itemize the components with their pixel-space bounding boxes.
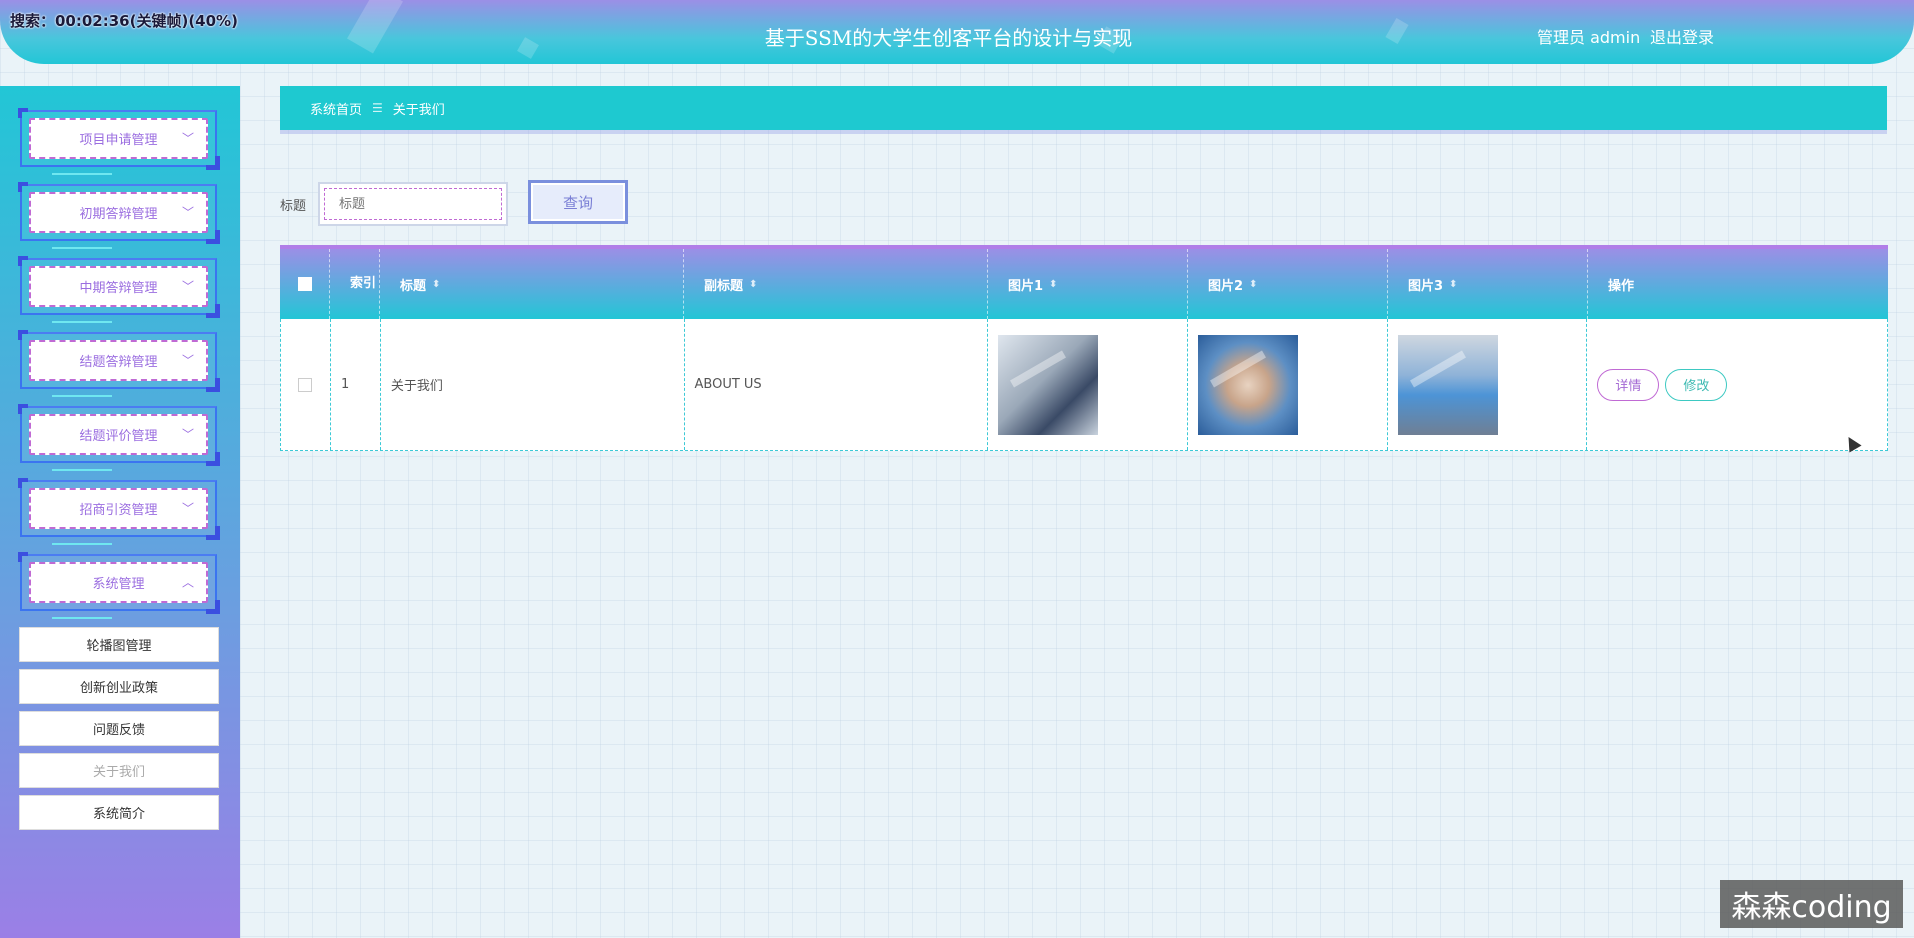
cell-image2: [1188, 319, 1388, 450]
sidebar: 项目申请管理 ﹀ 初期答辩管理 ﹀ 中期答辩管理 ﹀ 结题答辩管理 ﹀ 结题评价管理 ﹀ …: [0, 86, 240, 938]
header-image2[interactable]: 图片2 ⬍: [1188, 249, 1388, 319]
sort-icon: ⬍: [432, 278, 441, 290]
search-input[interactable]: [324, 188, 502, 220]
chevron-down-icon: ﹀: [181, 279, 194, 294]
select-all-cell: [280, 249, 330, 319]
menu-label: 结题答辩管理: [79, 355, 158, 370]
search-button[interactable]: 查询: [528, 180, 628, 224]
search-input-wrapper: [318, 182, 508, 226]
edit-button[interactable]: 修改: [1665, 368, 1728, 401]
menu-label: 项目申请管理: [79, 133, 158, 148]
cell-subtitle: ABOUT US: [685, 319, 989, 450]
menu-label: 系统管理: [92, 577, 145, 592]
user-label: 管理员 admin: [1537, 28, 1641, 47]
menu-icon: ☰: [372, 101, 383, 115]
menu-final-defense[interactable]: 结题答辩管理 ﹀: [18, 330, 220, 397]
menu-midterm-defense[interactable]: 中期答辩管理 ﹀: [18, 256, 220, 323]
breadcrumb: 系统首页 ☰ 关于我们: [280, 86, 1887, 130]
menu-final-evaluation[interactable]: 结题评价管理 ﹀: [18, 404, 220, 471]
menu-label: 中期答辩管理: [79, 281, 158, 296]
chevron-down-icon: ﹀: [181, 353, 194, 368]
sort-icon: ⬍: [749, 278, 758, 290]
breadcrumb-home[interactable]: 系统首页: [310, 99, 362, 118]
cell-title: 关于我们: [381, 319, 685, 450]
header-image3[interactable]: 图片3 ⬍: [1388, 249, 1588, 319]
sidebar-item-system-intro[interactable]: 系统简介: [19, 795, 219, 830]
chevron-down-icon: ﹀: [181, 501, 194, 516]
menu-label: 结题评价管理: [79, 429, 158, 444]
chevron-down-icon: ﹀: [181, 131, 194, 146]
menu-system-management[interactable]: 系统管理 ︿: [18, 552, 220, 619]
header-title[interactable]: 标题 ⬍: [380, 249, 684, 319]
cell-image1: [988, 319, 1188, 450]
sort-icon: ⬍: [1249, 278, 1258, 290]
table-header: 索引 标题 ⬍ 副标题 ⬍ 图片1 ⬍ 图片2 ⬍ 图片3 ⬍ 操作: [280, 245, 1888, 319]
sidebar-item-carousel[interactable]: 轮播图管理: [19, 627, 219, 662]
sidebar-item-policy[interactable]: 创新创业政策: [19, 669, 219, 704]
chevron-down-icon: ﹀: [181, 205, 194, 220]
menu-initial-defense[interactable]: 初期答辩管理 ﹀: [18, 182, 220, 249]
chevron-up-icon: ︿: [181, 575, 194, 590]
sidebar-item-about-us[interactable]: 关于我们: [19, 753, 219, 788]
image-warehouse-map[interactable]: [1397, 334, 1498, 435]
breadcrumb-current: 关于我们: [392, 102, 445, 118]
image-laptop-hands[interactable]: [998, 334, 1099, 435]
watermark: 森森coding: [1720, 880, 1903, 928]
header-subtitle[interactable]: 副标题 ⬍: [684, 249, 988, 319]
row-checkbox[interactable]: [298, 377, 313, 392]
menu-investment[interactable]: 招商引资管理 ﹀: [18, 478, 220, 545]
sort-icon: ⬍: [1449, 278, 1458, 290]
menu-label: 初期答辩管理: [79, 207, 158, 222]
image-teamwork-hands[interactable]: [1197, 334, 1298, 435]
menu-label: 招商引资管理: [79, 503, 158, 518]
top-header: 搜索：00:02:36(关键帧)(40%) 基于SSM的大学生创客平台的设计与实…: [0, 0, 1914, 64]
header-actions: 操作: [1608, 278, 1635, 294]
logout-link[interactable]: 退出登录: [1650, 24, 1714, 48]
cell-index: 1: [331, 319, 381, 450]
menu-project-application[interactable]: 项目申请管理 ﹀: [18, 108, 220, 175]
chevron-down-icon: ﹀: [181, 427, 194, 442]
header-index: 索引: [330, 249, 380, 319]
table-row: 1 关于我们 ABOUT US 详情 修改: [280, 319, 1888, 451]
search-label: 标题: [280, 199, 307, 214]
sidebar-item-feedback[interactable]: 问题反馈: [19, 711, 219, 746]
detail-button[interactable]: 详情: [1597, 368, 1660, 401]
data-table: 索引 标题 ⬍ 副标题 ⬍ 图片1 ⬍ 图片2 ⬍ 图片3 ⬍ 操作 1 关于我们 ABO…: [280, 245, 1888, 451]
cell-image3: [1388, 319, 1588, 450]
cell-actions: 详情 修改: [1587, 319, 1887, 450]
row-select-cell: [281, 319, 331, 450]
header-image1[interactable]: 图片1 ⬍: [988, 249, 1188, 319]
select-all-checkbox[interactable]: [297, 277, 312, 291]
sort-icon: ⬍: [1049, 278, 1058, 290]
